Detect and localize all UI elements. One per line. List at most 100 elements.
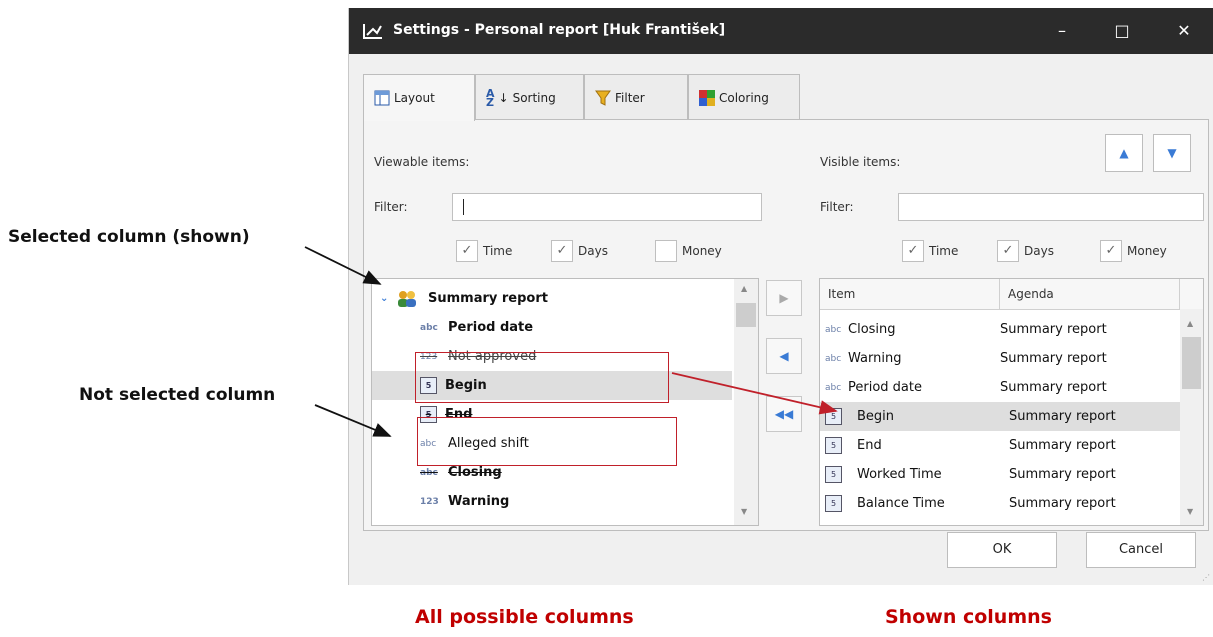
right-days-checkbox[interactable]: ✓ Days — [997, 240, 1054, 262]
grid-row[interactable]: abc Closing Summary report — [820, 315, 1180, 344]
time-field-icon: 5 — [825, 408, 842, 425]
alleged-shift-highlight-box — [417, 417, 677, 466]
tree-root-summary-report[interactable]: ⌄ Summary report — [380, 284, 548, 313]
minimize-button[interactable]: – — [1047, 16, 1077, 46]
text-cursor — [463, 199, 464, 215]
tab-sorting-label: Sorting — [512, 90, 556, 105]
left-time-label: Time — [483, 244, 513, 258]
grid-cell-item: Period date — [848, 380, 922, 395]
column-header-item[interactable]: Item — [820, 279, 1000, 309]
tree-root-label: Summary report — [428, 291, 548, 306]
remove-column-button[interactable]: ◀ — [766, 338, 802, 374]
viewable-items-label: Viewable items: — [374, 155, 470, 169]
users-group-icon — [398, 290, 416, 307]
right-filter-input[interactable] — [898, 193, 1204, 221]
window-title: Settings - Personal report [Huk Františe… — [393, 22, 726, 38]
tree-item[interactable]: abc Period date — [420, 313, 533, 342]
right-filter-label: Filter: — [820, 200, 854, 214]
layout-panel: Viewable items: Filter: ✓ Time ✓ Days Mone… — [363, 119, 1209, 531]
tree-item-label: Closing — [448, 465, 502, 480]
all-columns-caption: All possible columns — [415, 606, 634, 628]
right-money-checkbox[interactable]: ✓ Money — [1100, 240, 1167, 262]
scroll-thumb[interactable] — [736, 303, 756, 327]
begin-highlight-box — [415, 352, 669, 403]
grid-cell-item: Closing — [848, 322, 896, 337]
text-field-icon: abc — [825, 382, 842, 393]
right-scrollbar[interactable]: ▲ ▼ — [1180, 279, 1203, 525]
filter-icon — [595, 90, 611, 106]
close-button[interactable]: ✕ — [1169, 16, 1199, 46]
cancel-button[interactable]: Cancel — [1086, 532, 1196, 568]
tab-layout[interactable]: Layout — [363, 74, 475, 121]
grid-cell-item: Balance Time — [857, 496, 945, 511]
selected-column-annotation: Selected column (shown) — [8, 227, 250, 247]
remove-all-button[interactable]: ◀◀ — [766, 396, 802, 432]
tree-item-label: Warning — [448, 494, 510, 509]
text-field-icon: abc — [420, 467, 438, 478]
text-field-icon: abc — [420, 322, 438, 333]
tab-filter-label: Filter — [615, 90, 645, 105]
left-scrollbar[interactable]: ▲ ▼ — [734, 279, 758, 525]
checkmark-icon: ✓ — [1100, 240, 1122, 262]
grid-cell-item: Begin — [857, 409, 895, 424]
visible-items-label: Visible items: — [820, 155, 901, 169]
grid-cell-agenda: Summary report — [1009, 467, 1116, 482]
grid-cell-item: Warning — [848, 351, 902, 366]
grid-row[interactable]: 5 Balance Time Summary report — [820, 489, 1180, 518]
tab-filter[interactable]: Filter — [584, 74, 688, 120]
coloring-icon — [699, 89, 715, 106]
left-days-label: Days — [578, 244, 608, 258]
scroll-down-icon[interactable]: ▼ — [741, 507, 747, 516]
move-up-button[interactable]: ▲ — [1105, 134, 1143, 172]
scroll-up-icon[interactable]: ▲ — [741, 284, 747, 293]
chevron-down-icon: ⌄ — [380, 293, 389, 304]
right-time-checkbox[interactable]: ✓ Time — [902, 240, 958, 262]
number-field-icon: 123 — [420, 496, 439, 507]
grid-cell-item: Worked Time — [857, 467, 942, 482]
checkmark-icon: ✓ — [551, 240, 573, 262]
checkmark-icon: ✓ — [997, 240, 1019, 262]
text-field-icon: abc — [825, 324, 842, 335]
settings-dialog: Settings - Personal report [Huk Františe… — [348, 8, 1213, 585]
right-time-label: Time — [929, 244, 959, 258]
grid-row[interactable]: abc Warning Summary report — [820, 344, 1180, 373]
time-field-icon: 5 — [825, 437, 842, 454]
left-time-checkbox[interactable]: ✓ Time — [456, 240, 512, 262]
text-field-icon: abc — [825, 353, 842, 364]
resize-grip-icon[interactable]: ⋰ — [1202, 573, 1210, 582]
grid-cell-item: End — [857, 438, 882, 453]
left-money-label: Money — [682, 244, 722, 258]
tab-sorting[interactable]: AZ ↓ Sorting — [475, 74, 584, 120]
grid-cell-agenda: Summary report — [1000, 322, 1107, 337]
tab-coloring-label: Coloring — [719, 90, 769, 105]
scroll-down-icon[interactable]: ▼ — [1187, 507, 1193, 516]
grid-cell-agenda: Summary report — [1009, 496, 1116, 511]
grid-cell-agenda: Summary report — [1000, 351, 1107, 366]
add-column-button[interactable]: ▶ — [766, 280, 802, 316]
left-days-checkbox[interactable]: ✓ Days — [551, 240, 608, 262]
grid-row[interactable]: 5 Worked Time Summary report — [820, 460, 1180, 489]
tree-item[interactable]: 123 Warning — [420, 487, 509, 516]
app-chart-icon — [363, 24, 382, 39]
visible-items-grid[interactable]: Item Agenda abc Closing Summary report abc… — [819, 278, 1204, 526]
scroll-up-icon[interactable]: ▲ — [1187, 319, 1193, 328]
grid-row-selected[interactable]: 5 Begin Summary report — [820, 402, 1180, 431]
ok-button[interactable]: OK — [947, 532, 1057, 568]
not-selected-column-annotation: Not selected column — [79, 385, 276, 405]
tab-coloring[interactable]: Coloring — [688, 74, 800, 120]
grid-cell-agenda: Summary report — [1000, 380, 1107, 395]
shown-columns-caption: Shown columns — [885, 606, 1052, 628]
right-days-label: Days — [1024, 244, 1054, 258]
left-filter-input[interactable] — [452, 193, 762, 221]
sort-arrow-icon: ↓ — [498, 90, 509, 105]
left-money-checkbox[interactable]: Money — [655, 240, 722, 262]
column-header-agenda[interactable]: Agenda — [1000, 279, 1180, 309]
checkmark-icon: ✓ — [456, 240, 478, 262]
time-field-icon: 5 — [825, 495, 842, 512]
move-down-button[interactable]: ▼ — [1153, 134, 1191, 172]
scroll-thumb[interactable] — [1182, 337, 1201, 389]
left-filter-label: Filter: — [374, 200, 408, 214]
maximize-button[interactable]: □ — [1107, 16, 1137, 46]
grid-row[interactable]: abc Period date Summary report — [820, 373, 1180, 402]
grid-row[interactable]: 5 End Summary report — [820, 431, 1180, 460]
